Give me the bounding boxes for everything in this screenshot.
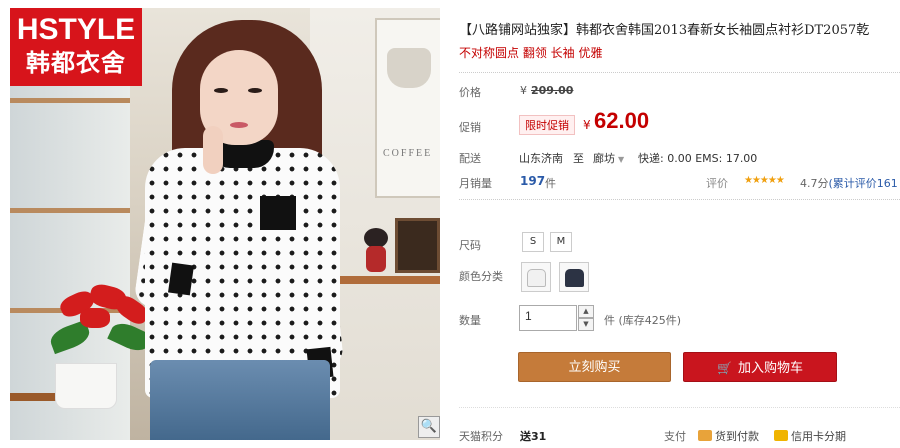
model-hand <box>203 126 223 174</box>
sales-label: 月销量 <box>459 177 492 190</box>
ship-destination: 廊坊 <box>593 152 615 165</box>
coffee-poster: COFFEE <box>375 18 440 198</box>
rating-stars-icon: ★★★★★ <box>744 175 785 186</box>
promo-tag-badge: 限时促销 <box>519 115 575 135</box>
toy-figure <box>360 228 392 274</box>
points-label: 天猫积分 <box>459 430 503 443</box>
logo-text-cn: 韩都衣舍 <box>26 49 126 77</box>
cod-label: 货到付款 <box>715 430 759 443</box>
promo-currency: ¥ <box>583 118 591 132</box>
add-to-cart-label: 加入购物车 <box>737 361 803 376</box>
points-value: 送31 <box>520 430 547 443</box>
size-option-s[interactable]: S <box>522 232 544 252</box>
zoom-magnifier-icon[interactable]: 🔍 <box>418 416 440 438</box>
cod-option[interactable]: 货到付款 <box>698 428 759 444</box>
add-to-cart-button[interactable]: 🛒 加入购物车 <box>683 352 837 382</box>
sales-count: 197 <box>520 174 546 188</box>
credit-label: 信用卡分期 <box>791 430 846 443</box>
rating-summary[interactable]: 4.7分(累计评价161 <box>800 175 898 191</box>
product-subtitle: 不对称圆点 翻领 长袖 优雅 <box>459 46 603 60</box>
quantity-input[interactable]: 1 <box>519 305 577 331</box>
black-pocket <box>260 196 296 230</box>
credit-installment-option[interactable]: 信用卡分期 <box>774 428 846 444</box>
divider <box>459 72 900 73</box>
divider <box>459 407 900 408</box>
color-swatch-navy[interactable] <box>559 262 589 292</box>
poster-text: COFFEE <box>383 148 433 159</box>
ship-to-word: 至 <box>573 152 584 165</box>
quantity-decrease-arrow-icon[interactable]: ▼ <box>578 318 594 331</box>
rating-label: 评价 <box>706 177 728 190</box>
wall-picture <box>395 218 440 273</box>
quantity-label: 数量 <box>459 314 481 327</box>
chevron-down-icon: ▼ <box>618 155 625 164</box>
flower-pot <box>55 363 117 409</box>
product-title: 【八路铺网站独家】韩都衣舍韩国2013春新女长袖圆点衬衫DT2057乾 <box>459 23 870 38</box>
brand-logo: HSTYLE 韩都衣舍 <box>10 8 142 86</box>
rating-score: 4.7分 <box>800 177 829 190</box>
credit-card-icon <box>774 430 788 441</box>
promo-label: 促销 <box>459 121 481 134</box>
price-currency: ¥ <box>520 84 527 97</box>
cod-icon <box>698 430 712 441</box>
size-option-m[interactable]: M <box>550 232 572 252</box>
left-cuff <box>168 262 194 296</box>
logo-text-en: HSTYLE <box>16 13 136 46</box>
color-swatch-white[interactable] <box>521 262 551 292</box>
payment-label: 支付 <box>664 430 686 443</box>
shopping-cart-icon: 🛒 <box>717 361 732 375</box>
color-label: 颜色分类 <box>459 270 503 283</box>
sales-unit: 件 <box>545 177 556 190</box>
promo-price: 62.00 <box>594 108 650 133</box>
ship-destination-select[interactable]: 廊坊 ▼ <box>593 150 624 166</box>
original-price: 209.00 <box>531 84 574 97</box>
stock-count: (库存425件) <box>618 314 682 327</box>
quantity-increase-arrow-icon[interactable]: ▲ <box>578 305 594 318</box>
price-label: 价格 <box>459 86 481 99</box>
stock-info: 件 (库存425件) <box>604 312 681 328</box>
buy-now-button[interactable]: 立刻购买 <box>518 352 671 382</box>
ship-from: 山东济南 <box>519 152 563 165</box>
divider <box>459 199 900 200</box>
shipping-label: 配送 <box>459 152 481 165</box>
review-count-link[interactable]: (累计评价161 <box>829 177 898 190</box>
shelf <box>340 276 440 284</box>
shipping-fee: 快递: 0.00 EMS: 17.00 <box>638 152 758 165</box>
quantity-unit: 件 <box>604 314 615 327</box>
jeans <box>150 360 330 440</box>
size-label: 尺码 <box>459 239 481 252</box>
